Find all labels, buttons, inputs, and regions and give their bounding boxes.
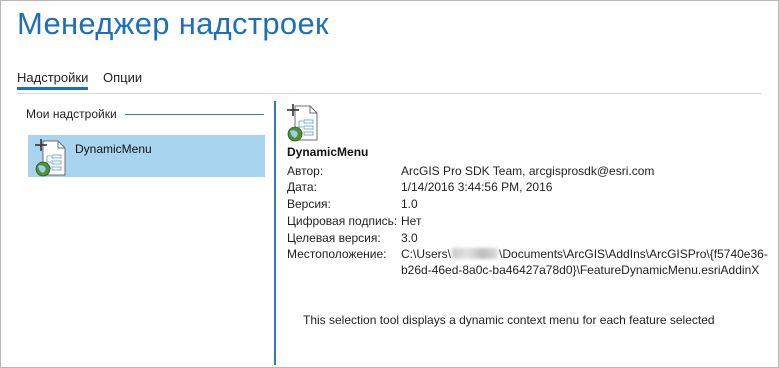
page-title: Менеджер надстроек: [17, 6, 329, 41]
prop-value-signature: Нет: [401, 214, 422, 228]
addin-tool-icon: [287, 104, 318, 142]
prop-value-target-version: 3.0: [401, 231, 418, 245]
prop-value-date: 1/14/2016 3:44:56 PM, 2016: [401, 180, 553, 194]
prop-label-signature: Цифровая подпись:: [287, 214, 398, 228]
tab-addins[interactable]: Надстройки: [17, 70, 89, 90]
tab-options[interactable]: Опции: [103, 70, 142, 88]
tab-divider: [17, 93, 761, 94]
prop-value-location: C:\Users\ \Documents\ArcGIS\AddIns\ArcGIS…: [401, 247, 768, 261]
redacted-username: [452, 248, 499, 259]
prop-label-author: Автор:: [287, 164, 324, 178]
location-path-prefix: C:\Users\: [401, 247, 452, 261]
prop-label-target-version: Целевая версия:: [287, 231, 381, 245]
prop-label-location: Местоположение:: [287, 247, 387, 261]
addin-list-item-label: DynamicMenu: [75, 142, 152, 156]
addin-tool-icon: [35, 139, 66, 177]
prop-value-version: 1.0: [401, 197, 418, 211]
addin-detail-name: DynamicMenu: [287, 145, 369, 159]
location-path-suffix: \Documents\ArcGIS\AddIns\ArcGISPro\{f574…: [499, 247, 768, 261]
addin-description: This selection tool displays a dynamic c…: [303, 313, 715, 327]
prop-label-date: Дата:: [287, 180, 317, 194]
prop-label-version: Версия:: [287, 197, 331, 211]
addin-list-item-dynamicmenu[interactable]: DynamicMenu: [28, 135, 265, 177]
section-rule: [125, 114, 264, 115]
prop-value-location-line2: b26d-46ed-8a0c-ba46427a78d0}\FeatureDyna…: [401, 263, 760, 277]
prop-value-author: ArcGIS Pro SDK Team, arcgisprosdk@esri.c…: [401, 164, 655, 178]
section-label-my-addins: Мои надстройки: [26, 107, 117, 121]
pane-splitter[interactable]: [274, 101, 276, 365]
